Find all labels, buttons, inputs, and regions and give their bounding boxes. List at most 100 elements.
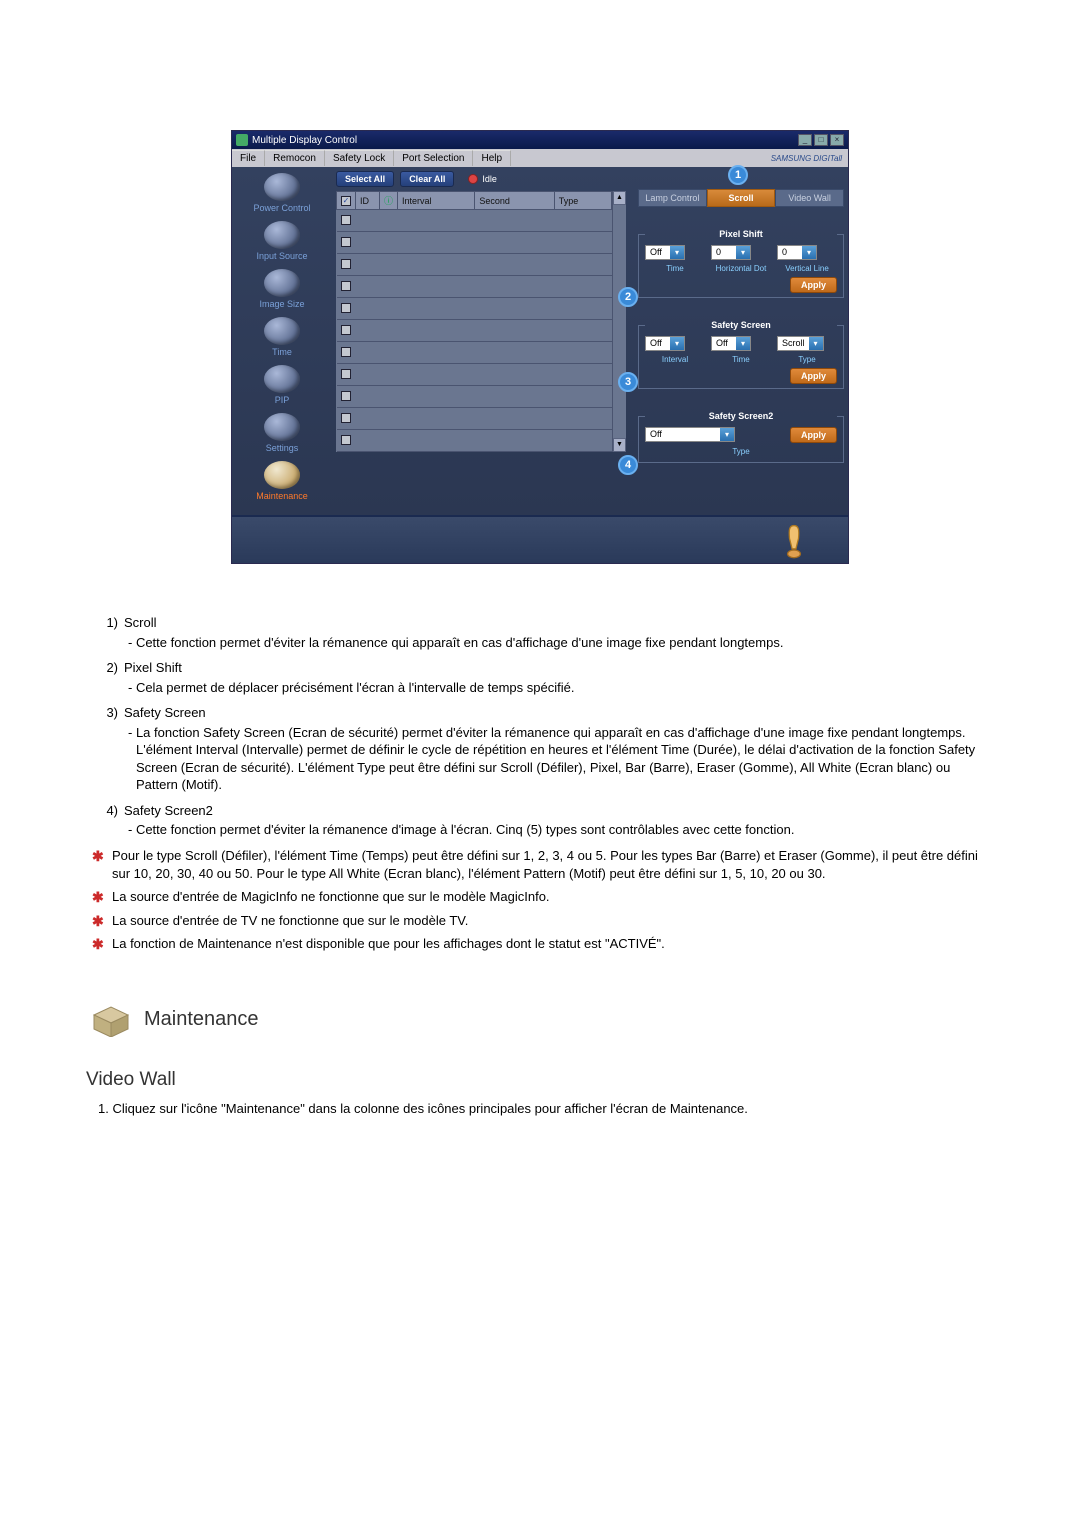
tab-video-wall[interactable]: Video Wall (775, 189, 844, 207)
menu-remocon[interactable]: Remocon (265, 150, 325, 166)
row-checkbox[interactable] (341, 259, 351, 269)
title-bar: Multiple Display Control _ □ × (232, 131, 848, 149)
item-1-title: Scroll (124, 615, 157, 630)
settings-icon (264, 413, 300, 441)
clear-all-button[interactable]: Clear All (400, 171, 454, 187)
safety-screen2-apply-button[interactable]: Apply (790, 427, 837, 443)
safety-screen-apply-button[interactable]: Apply (790, 368, 837, 384)
select-all-button[interactable]: Select All (336, 171, 394, 187)
table-row[interactable] (337, 320, 612, 342)
callout-1: 1 (728, 165, 748, 185)
col-check[interactable] (337, 192, 356, 210)
sidebar-item-maintenance[interactable]: Maintenance (232, 461, 332, 501)
minimize-button[interactable]: _ (798, 134, 812, 146)
col-info[interactable]: ⓘ (380, 192, 398, 210)
col-interval[interactable]: Interval (398, 192, 475, 210)
safety-screen-type-select[interactable]: Scroll▾ (777, 336, 824, 351)
safety-screen-interval-label: Interval (645, 355, 705, 364)
menu-file[interactable]: File (232, 150, 265, 166)
sidebar-item-settings[interactable]: Settings (232, 413, 332, 453)
app-window: Multiple Display Control _ □ × File Remo… (231, 130, 849, 564)
sidebar-item-input-source[interactable]: Input Source (232, 221, 332, 261)
safety-screen2-type-select[interactable]: Off▾ (645, 427, 735, 442)
table-row[interactable] (337, 430, 612, 452)
item-3-body: - La fonction Safety Screen (Ecran de sé… (124, 724, 990, 794)
idle-indicator: Idle (468, 174, 497, 184)
center-pane: Select All Clear All Idle ID ⓘ Interval … (332, 167, 628, 515)
idle-dot-icon (468, 174, 478, 184)
pixel-shift-time-select[interactable]: Off▾ (645, 245, 685, 260)
sidebar-item-time[interactable]: Time (232, 317, 332, 357)
table-row[interactable] (337, 386, 612, 408)
col-second[interactable]: Second (475, 192, 554, 210)
tab-scroll[interactable]: Scroll (707, 189, 776, 207)
pixel-shift-hdot-label: Horizontal Dot (711, 264, 771, 273)
table-row[interactable] (337, 408, 612, 430)
callout-2: 2 (618, 287, 638, 307)
menu-bar: File Remocon Safety Lock Port Selection … (232, 149, 848, 167)
safety-screen-interval-select[interactable]: Off▾ (645, 336, 685, 351)
chevron-down-icon: ▾ (809, 337, 823, 350)
scroll-up-button[interactable]: ▲ (613, 191, 626, 205)
item-2-title: Pixel Shift (124, 660, 182, 675)
chevron-down-icon: ▾ (736, 246, 750, 259)
star-note-2: La source d'entrée de MagicInfo ne fonct… (90, 888, 990, 906)
col-id[interactable]: ID (356, 192, 380, 210)
row-checkbox[interactable] (341, 435, 351, 445)
grid-scrollbar[interactable]: ▲ ▼ (612, 191, 626, 452)
menu-safety-lock[interactable]: Safety Lock (325, 150, 394, 166)
section-title-video-wall: Video Wall (86, 1067, 990, 1093)
sidebar-item-power-control[interactable]: Power Control (232, 173, 332, 213)
col-type[interactable]: Type (554, 192, 611, 210)
row-checkbox[interactable] (341, 215, 351, 225)
menu-help[interactable]: Help (473, 150, 511, 166)
item-4-body: - Cette fonction permet d'éviter la réma… (124, 821, 990, 839)
pixel-shift-hdot-select[interactable]: 0▾ (711, 245, 751, 260)
table-row[interactable] (337, 342, 612, 364)
row-checkbox[interactable] (341, 237, 351, 247)
table-row[interactable] (337, 276, 612, 298)
item-1-body: - Cette fonction permet d'éviter la réma… (124, 634, 990, 652)
row-checkbox[interactable] (341, 347, 351, 357)
sidebar-item-image-size[interactable]: Image Size (232, 269, 332, 309)
video-wall-step-1: 1. Cliquez sur l'icône "Maintenance" dan… (90, 1100, 990, 1118)
row-checkbox[interactable] (341, 413, 351, 423)
pixel-shift-vline-select[interactable]: 0▾ (777, 245, 817, 260)
table-row[interactable] (337, 254, 612, 276)
box-icon (90, 1003, 132, 1037)
row-checkbox[interactable] (341, 303, 351, 313)
safety-screen-time-select[interactable]: Off▾ (711, 336, 751, 351)
item-1-num: 1) (90, 614, 124, 651)
tab-lamp-control[interactable]: Lamp Control (638, 189, 707, 207)
row-checkbox[interactable] (341, 281, 351, 291)
brand-label: SAMSUNG DIGITall (771, 154, 848, 163)
close-button[interactable]: × (830, 134, 844, 146)
row-checkbox[interactable] (341, 391, 351, 401)
row-checkbox[interactable] (341, 325, 351, 335)
item-4-title: Safety Screen2 (124, 803, 213, 818)
right-pane: 1 Lamp Control Scroll Video Wall Pixel S… (628, 167, 848, 515)
chevron-down-icon: ▾ (736, 337, 750, 350)
sidebar-item-pip[interactable]: PIP (232, 365, 332, 405)
menu-port-selection[interactable]: Port Selection (394, 150, 473, 166)
scroll-down-button[interactable]: ▼ (613, 438, 626, 452)
pixel-shift-apply-button[interactable]: Apply (790, 277, 837, 293)
scroll-track[interactable] (613, 205, 626, 438)
chevron-down-icon: ▾ (720, 428, 734, 441)
maximize-button[interactable]: □ (814, 134, 828, 146)
safety-screen2-type-label: Type (645, 447, 837, 456)
header-checkbox[interactable] (341, 196, 351, 206)
safety-screen-time-label: Time (711, 355, 771, 364)
item-2-body: - Cela permet de déplacer précisément l'… (124, 679, 990, 697)
pip-icon (264, 365, 300, 393)
table-row[interactable] (337, 298, 612, 320)
star-note-3: La source d'entrée de TV ne fonctionne q… (90, 912, 990, 930)
panel-safety-screen: Safety Screen Off▾ Off▾ Scroll▾ Interval… (638, 320, 844, 389)
row-checkbox[interactable] (341, 369, 351, 379)
panel-safety-screen2: Safety Screen2 Off▾ Apply Type (638, 411, 844, 463)
item-3-title: Safety Screen (124, 705, 206, 720)
table-row[interactable] (337, 210, 612, 232)
table-row[interactable] (337, 232, 612, 254)
item-4-num: 4) (90, 802, 124, 839)
table-row[interactable] (337, 364, 612, 386)
